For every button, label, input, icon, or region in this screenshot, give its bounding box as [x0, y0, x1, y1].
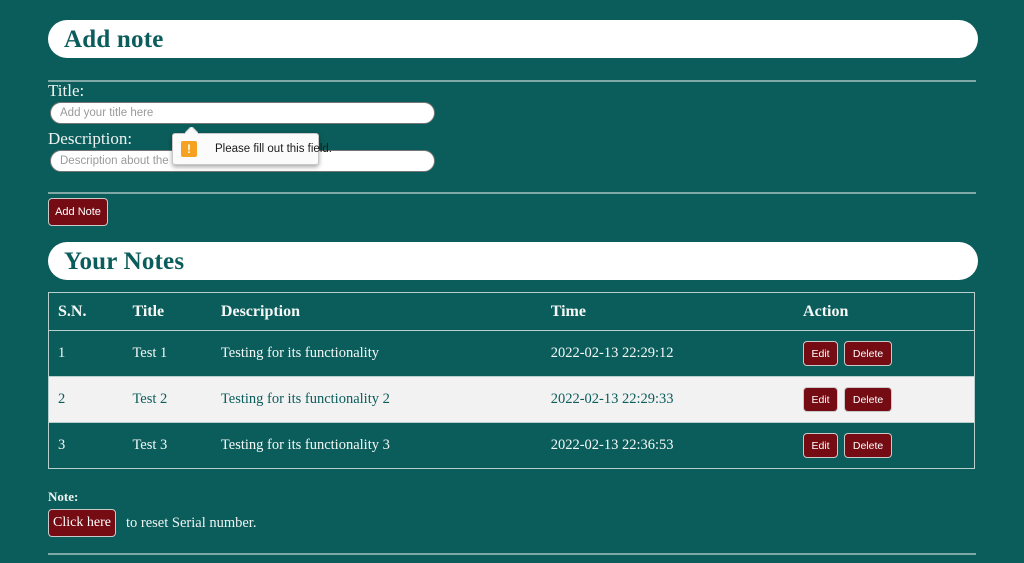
add-note-button[interactable]: Add Note	[48, 198, 108, 226]
edit-button[interactable]: Edit	[803, 433, 839, 458]
column-header-title: Title	[132, 302, 165, 320]
validation-tooltip: ! Please fill out this field.	[172, 133, 332, 165]
reset-serial-row: Click here to reset Serial number.	[48, 509, 256, 537]
cell-action: Edit Delete	[803, 330, 975, 377]
your-notes-heading: Your Notes	[64, 247, 185, 275]
cell-action: Edit Delete	[803, 422, 975, 469]
notes-table-head: S.N. Title Description Time Action	[49, 293, 975, 331]
column-header-time: Time	[550, 302, 586, 320]
action-button-group: Edit Delete	[803, 387, 974, 412]
divider-top	[48, 80, 976, 82]
table-row: 2 Test 2 Testing for its functionality 2…	[48, 376, 975, 423]
action-button-group: Edit Delete	[803, 341, 974, 366]
cell-description: Testing for its functionality 3	[220, 422, 551, 469]
cell-sn: 2	[48, 376, 133, 423]
tooltip-message: Please fill out this field.	[215, 143, 332, 155]
add-note-heading-pill: Add note	[48, 20, 978, 58]
delete-button[interactable]: Delete	[844, 387, 893, 412]
notes-app-page: Add note Title: Description: ! Please fi…	[48, 0, 978, 563]
your-notes-heading-pill: Your Notes	[48, 242, 978, 280]
cell-sn: 3	[48, 422, 133, 469]
delete-button[interactable]: Delete	[844, 341, 893, 366]
notes-table-body: 1 Test 1 Testing for its functionality 2…	[48, 330, 975, 469]
edit-button[interactable]: Edit	[803, 341, 839, 366]
reset-serial-caption: to reset Serial number.	[126, 514, 257, 531]
cell-description: Testing for its functionality	[220, 330, 551, 377]
cell-sn: 1	[48, 330, 133, 377]
cell-description: Testing for its functionality 2	[220, 376, 551, 423]
column-header-sn: S.N.	[58, 302, 87, 320]
column-header-action: Action	[803, 302, 849, 320]
table-row: 1 Test 1 Testing for its functionality 2…	[48, 330, 975, 377]
add-note-heading: Add note	[64, 25, 164, 53]
action-button-group: Edit Delete	[803, 433, 974, 458]
cell-title: Test 2	[132, 376, 221, 423]
title-label: Title:	[48, 81, 85, 100]
table-header-row: S.N. Title Description Time Action	[49, 293, 975, 331]
cell-title: Test 1	[132, 330, 221, 377]
reset-serial-button[interactable]: Click here	[48, 509, 116, 537]
title-input[interactable]	[50, 102, 435, 124]
edit-button[interactable]: Edit	[803, 387, 839, 412]
notes-table: S.N. Title Description Time Action 1 Tes…	[48, 292, 975, 469]
cell-action: Edit Delete	[803, 376, 975, 423]
cell-time: 2022-02-13 22:29:12	[550, 330, 804, 377]
note-label: Note:	[48, 489, 79, 504]
table-row: 3 Test 3 Testing for its functionality 3…	[48, 422, 975, 469]
divider-bottom	[48, 553, 976, 555]
delete-button[interactable]: Delete	[844, 433, 893, 458]
column-header-description: Description	[220, 302, 301, 320]
divider-form	[48, 192, 976, 194]
cell-time: 2022-02-13 22:29:33	[550, 376, 804, 423]
warning-exclamation-icon: !	[181, 141, 197, 157]
cell-time: 2022-02-13 22:36:53	[550, 422, 804, 469]
description-label: Description:	[48, 129, 133, 148]
cell-title: Test 3	[132, 422, 221, 469]
tooltip-arrow	[185, 127, 198, 134]
